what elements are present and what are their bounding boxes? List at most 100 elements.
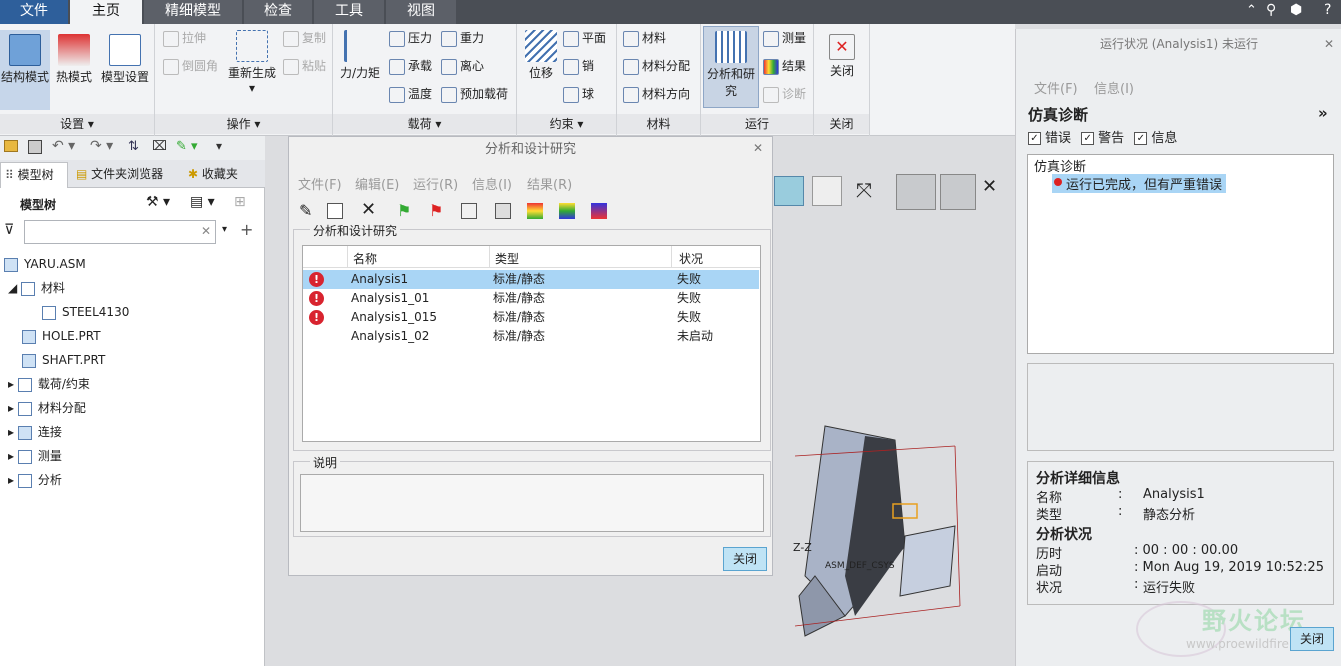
dialog-close-button[interactable]: 关闭 <box>723 547 767 571</box>
tree-item-material-assign[interactable]: ▸ 材料分配 <box>0 396 265 420</box>
cube-icon[interactable] <box>812 176 842 206</box>
diagnostics-button[interactable]: 诊断 <box>763 84 806 104</box>
tab-tools[interactable]: 工具 <box>314 0 384 24</box>
col-name[interactable]: 名称 <box>353 250 377 267</box>
status-list-icon[interactable] <box>461 203 477 219</box>
expand-icon[interactable]: ▸ <box>8 401 18 415</box>
help-icon[interactable]: ⬢ <box>1290 2 1302 18</box>
col-type[interactable]: 类型 <box>495 250 519 267</box>
model-setup-button[interactable]: 模型设置 <box>98 34 152 85</box>
centrifugal-button[interactable]: 离心 <box>441 56 484 76</box>
table-row[interactable]: Analysis1_02 标准/静态 未启动 <box>303 327 759 346</box>
tree-search-input[interactable]: ✕ <box>24 220 216 244</box>
table-row[interactable]: ! Analysis1_01 标准/静态 失败 <box>303 289 759 308</box>
tab-folder-browser[interactable]: ▤ 文件夹浏览器 <box>72 162 180 188</box>
results-compare-icon[interactable] <box>591 203 607 219</box>
tree-item-shaft[interactable]: SHAFT.PRT <box>0 348 265 372</box>
tab-refine-model[interactable]: 精细模型 <box>144 0 242 24</box>
axis-display-icon[interactable] <box>940 174 976 210</box>
force-moment-button[interactable]: 力/力矩 <box>337 30 383 81</box>
tree-item-connections[interactable]: ▸ 连接 <box>0 420 265 444</box>
copy-doc-icon[interactable] <box>327 203 343 219</box>
diag-tree[interactable]: 仿真诊断 运行已完成，但有严重错误 <box>1027 154 1334 354</box>
csys-icon[interactable]: ⤧ <box>856 178 872 202</box>
close-window-icon[interactable]: ⌧ <box>152 139 167 154</box>
edit-pencil-icon[interactable]: ✎ <box>299 201 312 220</box>
run-status-close-button[interactable]: 关闭 <box>1290 627 1334 651</box>
material-button[interactable]: 材料 <box>623 28 666 48</box>
temperature-button[interactable]: 温度 <box>389 84 432 104</box>
dialog-close-icon[interactable]: ✕ <box>753 141 763 155</box>
regenerate-button[interactable]: 重新生成 ▾ <box>223 30 281 95</box>
check-errors[interactable]: ✓ 错误 <box>1028 131 1071 146</box>
paste-button[interactable]: 粘贴 <box>283 56 326 76</box>
minimize-ribbon-icon[interactable]: ⌃ <box>1246 3 1257 18</box>
view-orient-icon[interactable] <box>774 176 804 206</box>
bearing-button[interactable]: 承载 <box>389 56 432 76</box>
tab-home[interactable]: 主页 <box>70 0 142 24</box>
ball-constraint-button[interactable]: 球 <box>563 84 594 104</box>
question-icon[interactable]: ? <box>1324 2 1331 18</box>
add-icon[interactable]: + <box>240 220 253 239</box>
plane-display-icon[interactable] <box>896 174 936 210</box>
tree-columns-icon[interactable]: ⊞ <box>234 194 246 210</box>
redo-icon[interactable]: ↷ ▾ <box>90 138 113 154</box>
dialog-menu-results[interactable]: 结果(R) <box>527 174 572 193</box>
pressure-button[interactable]: 压力 <box>389 28 432 48</box>
expand-icon[interactable]: ▸ <box>8 449 18 463</box>
windows-icon[interactable]: ✎ ▾ <box>176 139 198 154</box>
tree-item-analyses[interactable]: ▸ 分析 <box>0 468 265 492</box>
close-button[interactable]: ✕ 关闭 <box>822 34 862 79</box>
dialog-menu-file[interactable]: 文件(F) <box>298 174 342 193</box>
tree-settings-icon[interactable]: ⚒ ▾ <box>146 194 170 210</box>
start-flag-icon[interactable]: ⚑ <box>397 201 411 220</box>
regenerate-small-icon[interactable]: ⇅ <box>128 139 139 154</box>
check-warnings[interactable]: ✓ 警告 <box>1081 131 1124 146</box>
extrude-button[interactable]: 拉伸 <box>163 28 206 48</box>
collapse-icon[interactable]: ◢ <box>8 281 21 295</box>
fillet-button[interactable]: 倒圆角 <box>163 56 218 76</box>
clear-search-icon[interactable]: ✕ <box>201 224 211 238</box>
undo-icon[interactable]: ↶ ▾ <box>52 138 75 154</box>
description-textarea[interactable] <box>300 474 764 532</box>
summary-icon[interactable] <box>495 203 511 219</box>
results-view-icon[interactable] <box>527 203 543 219</box>
tree-item-material[interactable]: ◢ 材料 <box>0 276 265 300</box>
tree-filter-icon[interactable]: ▤ ▾ <box>190 194 215 210</box>
expand-icon[interactable]: ▸ <box>8 377 18 391</box>
run-menu-file[interactable]: 文件(F) <box>1034 78 1078 97</box>
tree-item-asm[interactable]: YARU.ASM <box>0 252 265 276</box>
dialog-menu-run[interactable]: 运行(R) <box>413 174 458 193</box>
stop-flag-icon[interactable]: ⚑ <box>429 201 443 220</box>
table-row[interactable]: ! Analysis1 标准/静态 失败 <box>303 270 759 289</box>
check-info[interactable]: ✓ 信息 <box>1134 131 1177 146</box>
tab-view[interactable]: 视图 <box>386 0 456 24</box>
material-assign-button[interactable]: 材料分配 <box>623 56 690 76</box>
results-window-icon[interactable] <box>559 203 575 219</box>
point-display-icon[interactable]: ✕ <box>982 176 997 197</box>
preload-button[interactable]: 预加载荷 <box>441 84 508 104</box>
displacement-button[interactable]: 位移 <box>521 30 561 81</box>
open-folder-icon[interactable] <box>4 140 18 152</box>
expand-panel-icon[interactable]: » <box>1318 104 1328 122</box>
plane-constraint-button[interactable]: 平面 <box>563 28 606 48</box>
tree-item-steel[interactable]: STEEL4130 <box>0 300 265 324</box>
analysis-studies-button[interactable]: 分析和研究 <box>703 26 759 108</box>
customize-qat-icon[interactable]: ▾ <box>216 139 222 153</box>
measure-button[interactable]: 测量 <box>763 28 806 48</box>
copy-button[interactable]: 复制 <box>283 28 326 48</box>
tab-file[interactable]: 文件 <box>0 0 68 24</box>
expand-icon[interactable]: ▸ <box>8 425 18 439</box>
results-button[interactable]: 结果 <box>763 56 806 76</box>
structure-mode-button[interactable]: 结构模式 <box>0 30 50 110</box>
save-icon[interactable] <box>28 140 42 154</box>
pin-constraint-button[interactable]: 销 <box>563 56 594 76</box>
diag-message[interactable]: 运行已完成，但有严重错误 <box>1052 174 1227 193</box>
delete-icon[interactable]: ✕ <box>361 199 376 220</box>
search-icon[interactable]: ⚲ <box>1266 2 1276 18</box>
col-status[interactable]: 状况 <box>679 250 703 267</box>
search-dropdown-icon[interactable]: ▾ <box>222 224 227 235</box>
table-row[interactable]: ! Analysis1_015 标准/静态 失败 <box>303 308 759 327</box>
thermal-mode-button[interactable]: 热模式 <box>52 34 96 85</box>
material-direction-button[interactable]: 材料方向 <box>623 84 690 104</box>
